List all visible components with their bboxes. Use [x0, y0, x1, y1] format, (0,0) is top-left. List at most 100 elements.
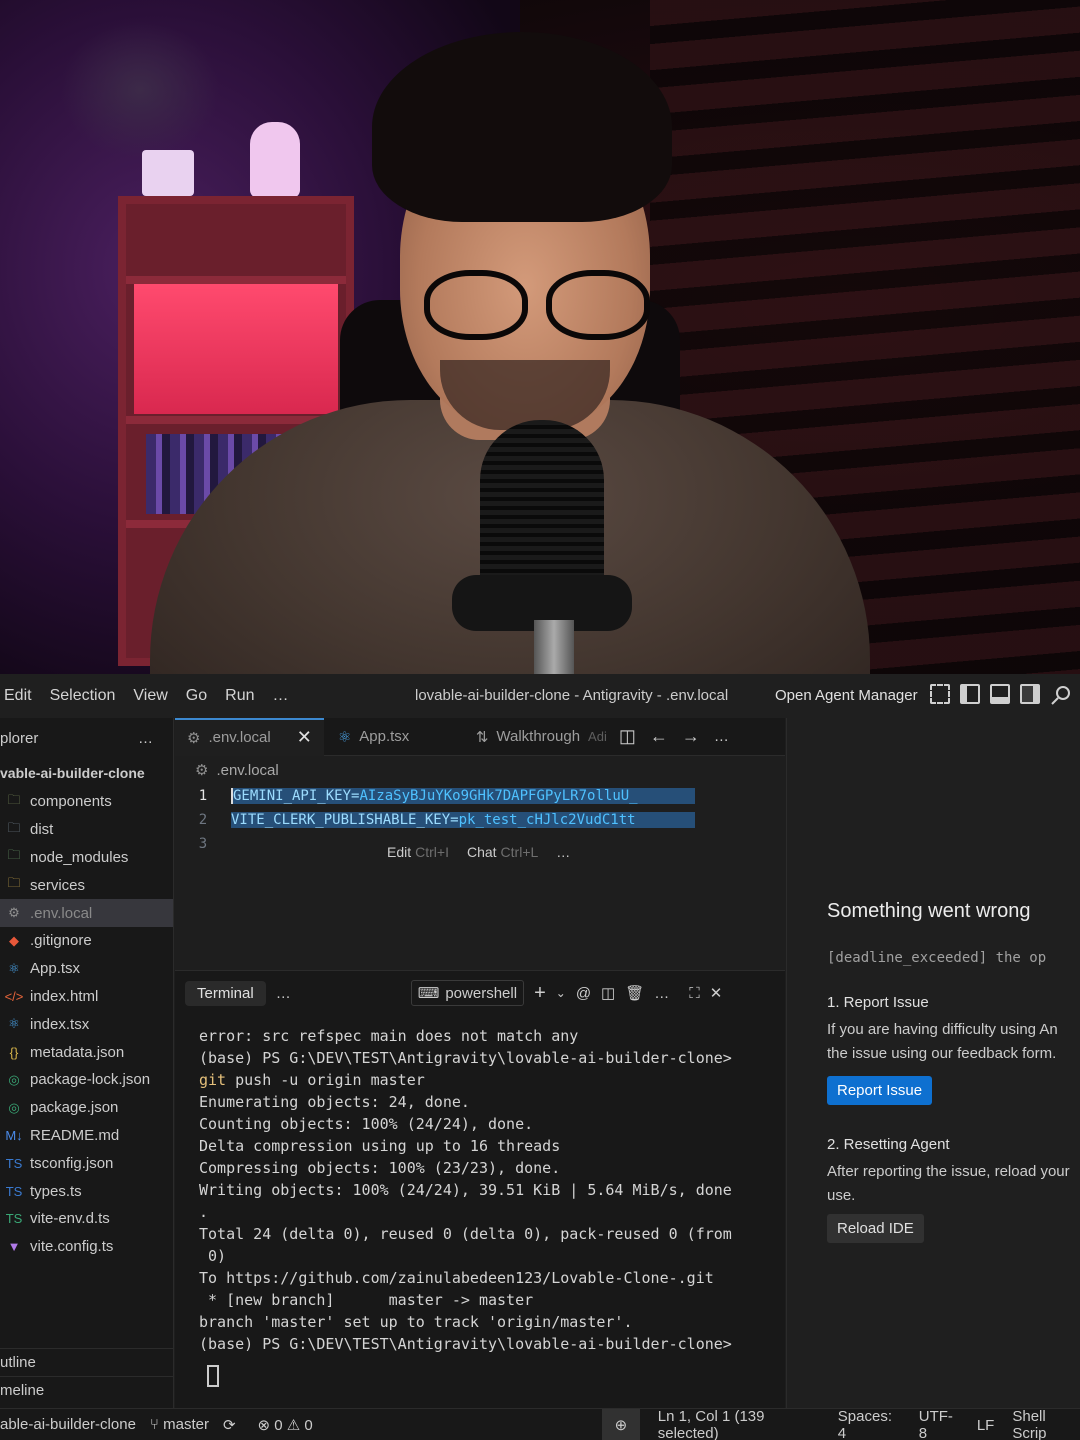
timeline-section[interactable]: meline: [0, 1376, 174, 1404]
menu-selection[interactable]: Selection: [50, 687, 116, 705]
terminal-more-button[interactable]: …: [654, 985, 669, 1002]
env-value: pk_test_cHJlc2VudC1tt: [458, 812, 636, 828]
inline-chat-button[interactable]: Chat Ctrl+L: [467, 844, 538, 860]
cursor-position[interactable]: Ln 1, Col 1 (139 selected): [658, 1408, 820, 1440]
warning-icon: ⚠: [286, 1416, 301, 1434]
file-tree-item[interactable]: TS vite-env.d.ts: [0, 1205, 173, 1233]
toggle-sidebar-icon[interactable]: [960, 684, 980, 704]
file-tree-label: index.tsx: [30, 1015, 90, 1033]
file-tree-label: App.tsx: [30, 960, 81, 978]
file-tree-item[interactable]: ⚙ .env.local: [0, 899, 173, 927]
file-tree-item[interactable]: 🗀 node_modules: [0, 844, 173, 872]
at-icon[interactable]: @: [576, 985, 591, 1002]
warning-count: 0: [304, 1416, 313, 1434]
close-icon[interactable]: ✕: [297, 727, 312, 748]
mic-pole: [534, 620, 574, 674]
tab-label: App.tsx: [359, 728, 410, 745]
panel-header: Terminal … ⌨ powershell + ⌄ @ ◫ 🗑 … ⛶ ✕: [175, 971, 785, 1015]
file-tree-item[interactable]: ◎ package-lock.json: [0, 1066, 173, 1094]
file-tree-item[interactable]: </> index.html: [0, 983, 173, 1011]
language-mode[interactable]: Shell Scrip: [1012, 1408, 1080, 1440]
file-tree-label: package-lock.json: [30, 1071, 151, 1089]
breadcrumb-file[interactable]: .env.local: [216, 762, 278, 779]
tab-terminal[interactable]: Terminal: [185, 980, 266, 1006]
trash-icon[interactable]: 🗑: [625, 984, 644, 1002]
branch-item[interactable]: ⑂ master: [150, 1416, 209, 1433]
inline-more-button[interactable]: …: [556, 844, 570, 860]
chevron-down-icon[interactable]: ⌄: [556, 986, 566, 1000]
code-text: VITE_CLERK_PUBLISHABLE_KEY=pk_test_cHJlc…: [231, 812, 695, 828]
close-panel-icon[interactable]: ✕: [710, 984, 723, 1002]
encoding[interactable]: UTF-8: [919, 1408, 959, 1440]
file-tree-item[interactable]: M↓ README.md: [0, 1122, 173, 1150]
file-tree-label: vite-env.d.ts: [30, 1210, 110, 1228]
file-tree-item[interactable]: 🗀 components: [0, 788, 173, 816]
file-tree-item[interactable]: ◆ .gitignore: [0, 927, 173, 955]
env-key: VITE_CLERK_PUBLISHABLE_KEY: [231, 812, 451, 828]
file-tree-item[interactable]: {} metadata.json: [0, 1038, 173, 1066]
file-tree-item[interactable]: TS types.ts: [0, 1177, 173, 1205]
vase: [142, 150, 194, 196]
sync-icon[interactable]: ⟳: [223, 1416, 236, 1434]
vase: [250, 122, 300, 198]
shelf-board: [126, 276, 346, 284]
maximize-panel-icon[interactable]: ⛶: [689, 985, 700, 1002]
tab-app-tsx[interactable]: ⚛ App.tsx: [324, 718, 464, 756]
file-tree-item[interactable]: TS tsconfig.json: [0, 1149, 173, 1177]
zoom-icon[interactable]: ⊕: [602, 1409, 640, 1440]
open-agent-manager-button[interactable]: Open Agent Manager: [775, 687, 918, 704]
ts-icon: TS: [5, 1211, 23, 1227]
terminal-output[interactable]: error: src refspec main does not match a…: [175, 1015, 785, 1393]
split-terminal-icon[interactable]: ◫: [601, 984, 615, 1002]
json-icon: {}: [9, 1044, 19, 1060]
status-project[interactable]: able-ai-builder-clone: [0, 1416, 136, 1433]
editor-more-button[interactable]: …: [714, 728, 729, 745]
gear-icon: ⚙: [195, 762, 209, 779]
file-tree-label: package.json: [30, 1099, 119, 1117]
tab-walkthrough[interactable]: ⇅ Walkthrough Adi: [464, 718, 619, 756]
terminal-line: Total 24 (delta 0), reused 0 (delta 0), …: [199, 1225, 732, 1243]
file-tree-item[interactable]: 🗀 dist: [0, 816, 173, 844]
terminal-line: * [new branch] master -> master: [199, 1291, 534, 1309]
error-icon: ⊗: [257, 1416, 271, 1434]
npm-icon: ◎: [8, 1099, 20, 1115]
menu-run[interactable]: Run: [225, 687, 254, 705]
file-tree-label: types.ts: [30, 1182, 82, 1200]
file-tree: 🗀 components 🗀 dist 🗀 node_modules 🗀 services ⚙.…: [0, 788, 173, 1261]
customize-layout-icon[interactable]: [930, 684, 950, 704]
arrow-left-icon[interactable]: ←: [650, 726, 668, 747]
new-terminal-icon[interactable]: +: [534, 982, 546, 1005]
ide-window: Edit Selection View Go Run … lovable-ai-…: [0, 674, 1080, 1440]
problems-item[interactable]: ⊗ 0 ⚠ 0: [258, 1416, 313, 1434]
indentation[interactable]: Spaces: 4: [838, 1408, 901, 1440]
file-tree-item[interactable]: ⚛ App.tsx: [0, 955, 173, 983]
tab-suffix: Adi: [588, 729, 607, 744]
menu-view[interactable]: View: [133, 687, 167, 705]
toggle-panel-icon[interactable]: [990, 684, 1010, 704]
shell-selector[interactable]: ⌨ powershell: [410, 980, 525, 1006]
split-editor-icon[interactable]: ◫: [619, 726, 636, 747]
reload-ide-button[interactable]: Reload IDE: [827, 1214, 924, 1243]
file-tree-item[interactable]: 🗀 services: [0, 871, 173, 899]
report-issue-button[interactable]: Report Issue: [827, 1076, 933, 1105]
toggle-secondary-sidebar-icon[interactable]: [1020, 684, 1040, 704]
end-of-line[interactable]: LF: [977, 1417, 995, 1434]
inline-edit-button[interactable]: Edit Ctrl+I: [387, 844, 449, 860]
outline-section[interactable]: utline: [0, 1348, 174, 1376]
menu-go[interactable]: Go: [186, 687, 207, 705]
file-tree-label: .env.local: [30, 904, 93, 922]
file-tree-item[interactable]: ◎ package.json: [0, 1094, 173, 1122]
project-folder[interactable]: vable-ai-builder-clone: [0, 758, 173, 788]
arrow-right-icon[interactable]: →: [682, 726, 700, 747]
menu-more[interactable]: …: [273, 687, 289, 705]
line-number: 2: [198, 812, 208, 828]
panel-more-button[interactable]: …: [276, 985, 291, 1002]
explorer-more-button[interactable]: …: [138, 730, 153, 747]
file-tree-item[interactable]: ⚛ index.tsx: [0, 1010, 173, 1038]
search-icon[interactable]: [1050, 684, 1072, 706]
file-tree-item[interactable]: ▼ vite.config.ts: [0, 1233, 173, 1261]
menu-edit[interactable]: Edit: [4, 687, 32, 705]
terminal-cursor: [207, 1365, 219, 1387]
tab-env-local[interactable]: ⚙ .env.local ✕: [175, 717, 324, 756]
resetting-agent-heading: 2. Resetting Agent: [827, 1136, 950, 1153]
